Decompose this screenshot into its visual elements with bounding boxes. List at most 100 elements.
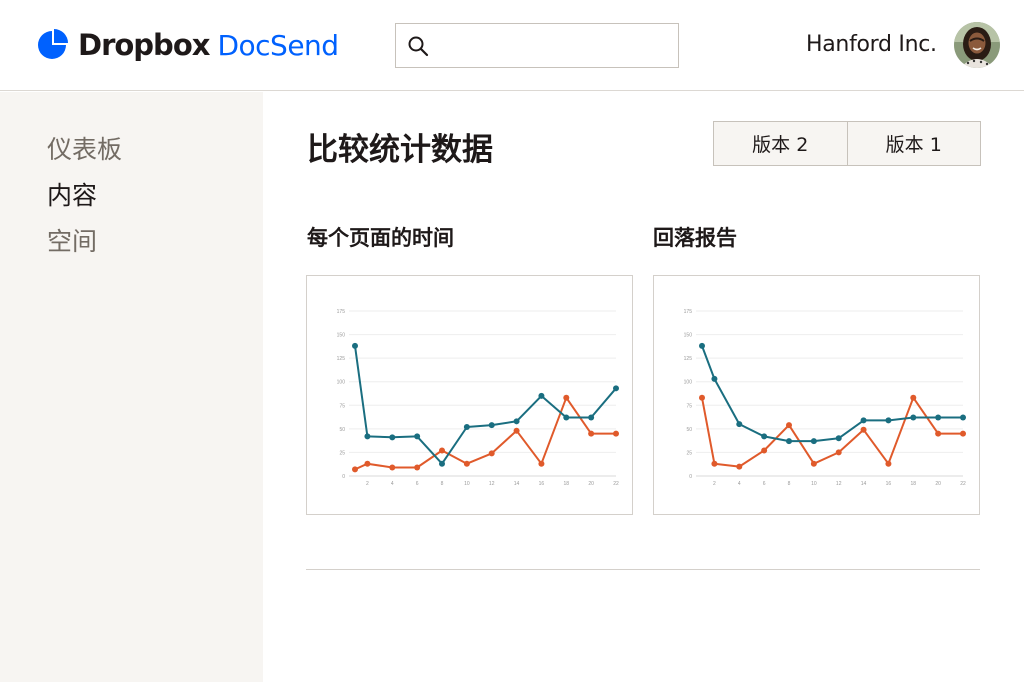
data-point [960, 430, 966, 437]
version-1-button[interactable]: 版本 1 [846, 122, 981, 165]
data-point [761, 433, 768, 440]
x-tick-label: 6 [416, 481, 419, 487]
data-point [439, 447, 445, 454]
data-point [488, 422, 495, 429]
x-tick-label: 4 [738, 481, 741, 487]
data-point [588, 430, 595, 437]
y-tick-label: 50 [339, 427, 345, 433]
data-point [885, 417, 892, 424]
data-point [563, 414, 570, 421]
data-point [364, 460, 371, 467]
data-point [810, 438, 817, 445]
sidebar [0, 92, 263, 682]
x-tick-label: 16 [886, 481, 892, 487]
x-tick-label: 2 [366, 481, 369, 487]
x-tick-label: 14 [861, 481, 867, 487]
data-point [352, 466, 358, 473]
data-point [563, 394, 570, 401]
data-point [860, 426, 867, 433]
data-point [538, 460, 545, 467]
series-line [701, 345, 963, 443]
x-tick-label: 8 [788, 481, 791, 487]
x-tick-label: 22 [960, 481, 966, 487]
data-point [810, 460, 817, 467]
x-tick-label: 8 [441, 481, 444, 487]
data-point [352, 342, 358, 349]
docsend-logo-icon [38, 29, 68, 59]
y-tick-label: 175 [337, 309, 346, 315]
data-point [588, 414, 595, 421]
data-point [439, 460, 445, 467]
y-tick-label: 50 [686, 427, 692, 433]
y-tick-label: 0 [342, 474, 345, 480]
search-input[interactable] [440, 32, 670, 60]
y-tick-label: 125 [337, 356, 346, 362]
data-point [488, 450, 495, 457]
y-tick-label: 25 [686, 450, 692, 456]
y-tick-label: 175 [684, 309, 693, 315]
series-line [701, 396, 963, 468]
data-point [761, 447, 768, 454]
time-per-page-chart: 0 25 50 75 100 125 150 175 2 4 6 8 10 12 14 16 18 20 22 [306, 275, 633, 515]
data-point [786, 438, 792, 445]
x-tick-label: 4 [391, 481, 394, 487]
search-icon [408, 36, 429, 57]
data-point [463, 460, 470, 467]
x-tick-label: 20 [588, 481, 594, 487]
y-tick-label: 100 [684, 380, 693, 386]
product-name: DocSend [217, 28, 339, 62]
data-point [538, 392, 545, 399]
y-tick-label: 150 [684, 333, 693, 339]
dropoff-report-chart: 0 25 50 75 100 125 150 175 2 4 6 8 10 12 14 16 18 20 22 [653, 275, 980, 515]
data-point [463, 423, 470, 430]
y-tick-label: 75 [686, 403, 692, 409]
page-title: 比较统计数据 [307, 132, 493, 168]
data-point [835, 449, 842, 456]
sidebar-item-content[interactable]: 内容 [47, 176, 97, 212]
time-per-page-title: 每个页面的时间 [307, 226, 454, 250]
avatar-photo [954, 22, 1000, 68]
data-point [389, 434, 396, 441]
brand-name: Dropbox [78, 28, 210, 62]
sidebar-item-spaces[interactable]: 空间 [47, 222, 97, 258]
data-point [699, 342, 705, 349]
x-tick-label: 18 [911, 481, 917, 487]
x-tick-label: 6 [763, 481, 766, 487]
y-tick-label: 75 [339, 403, 345, 409]
y-tick-label: 0 [689, 474, 692, 480]
search-box[interactable] [395, 23, 679, 68]
y-tick-label: 100 [337, 380, 346, 386]
data-point [910, 394, 917, 401]
series-line [354, 396, 616, 471]
dropoff-report-chart-svg: 0 25 50 75 100 125 150 175 2 4 6 8 10 12 14 16 18 20 22 [684, 309, 966, 487]
data-point [835, 435, 842, 442]
data-point [786, 422, 792, 429]
sidebar-item-dashboard[interactable]: 仪表板 [47, 130, 122, 166]
x-tick-label: 10 [464, 481, 470, 487]
data-point [885, 460, 892, 467]
data-point [736, 463, 743, 470]
data-point [935, 430, 942, 437]
version-toggle: 版本 2 版本 1 [713, 121, 981, 166]
data-point [699, 394, 705, 401]
section-divider [306, 569, 980, 570]
x-tick-label: 22 [613, 481, 619, 487]
user-avatar[interactable] [954, 22, 1000, 68]
data-point [736, 421, 743, 428]
data-point [414, 464, 421, 471]
x-tick-label: 18 [564, 481, 570, 487]
data-point [711, 460, 718, 467]
x-tick-label: 14 [514, 481, 520, 487]
data-point [860, 417, 867, 424]
data-point [364, 433, 371, 440]
y-tick-label: 150 [337, 333, 346, 339]
x-tick-label: 16 [539, 481, 545, 487]
data-point [613, 385, 619, 392]
data-point [513, 427, 520, 434]
version-2-button[interactable]: 版本 2 [714, 122, 847, 165]
dropbox-docsend-logo[interactable]: Dropbox DocSend [36, 26, 339, 64]
data-point [960, 414, 966, 421]
data-point [613, 430, 619, 437]
y-tick-label: 25 [339, 450, 345, 456]
data-point [711, 375, 718, 382]
